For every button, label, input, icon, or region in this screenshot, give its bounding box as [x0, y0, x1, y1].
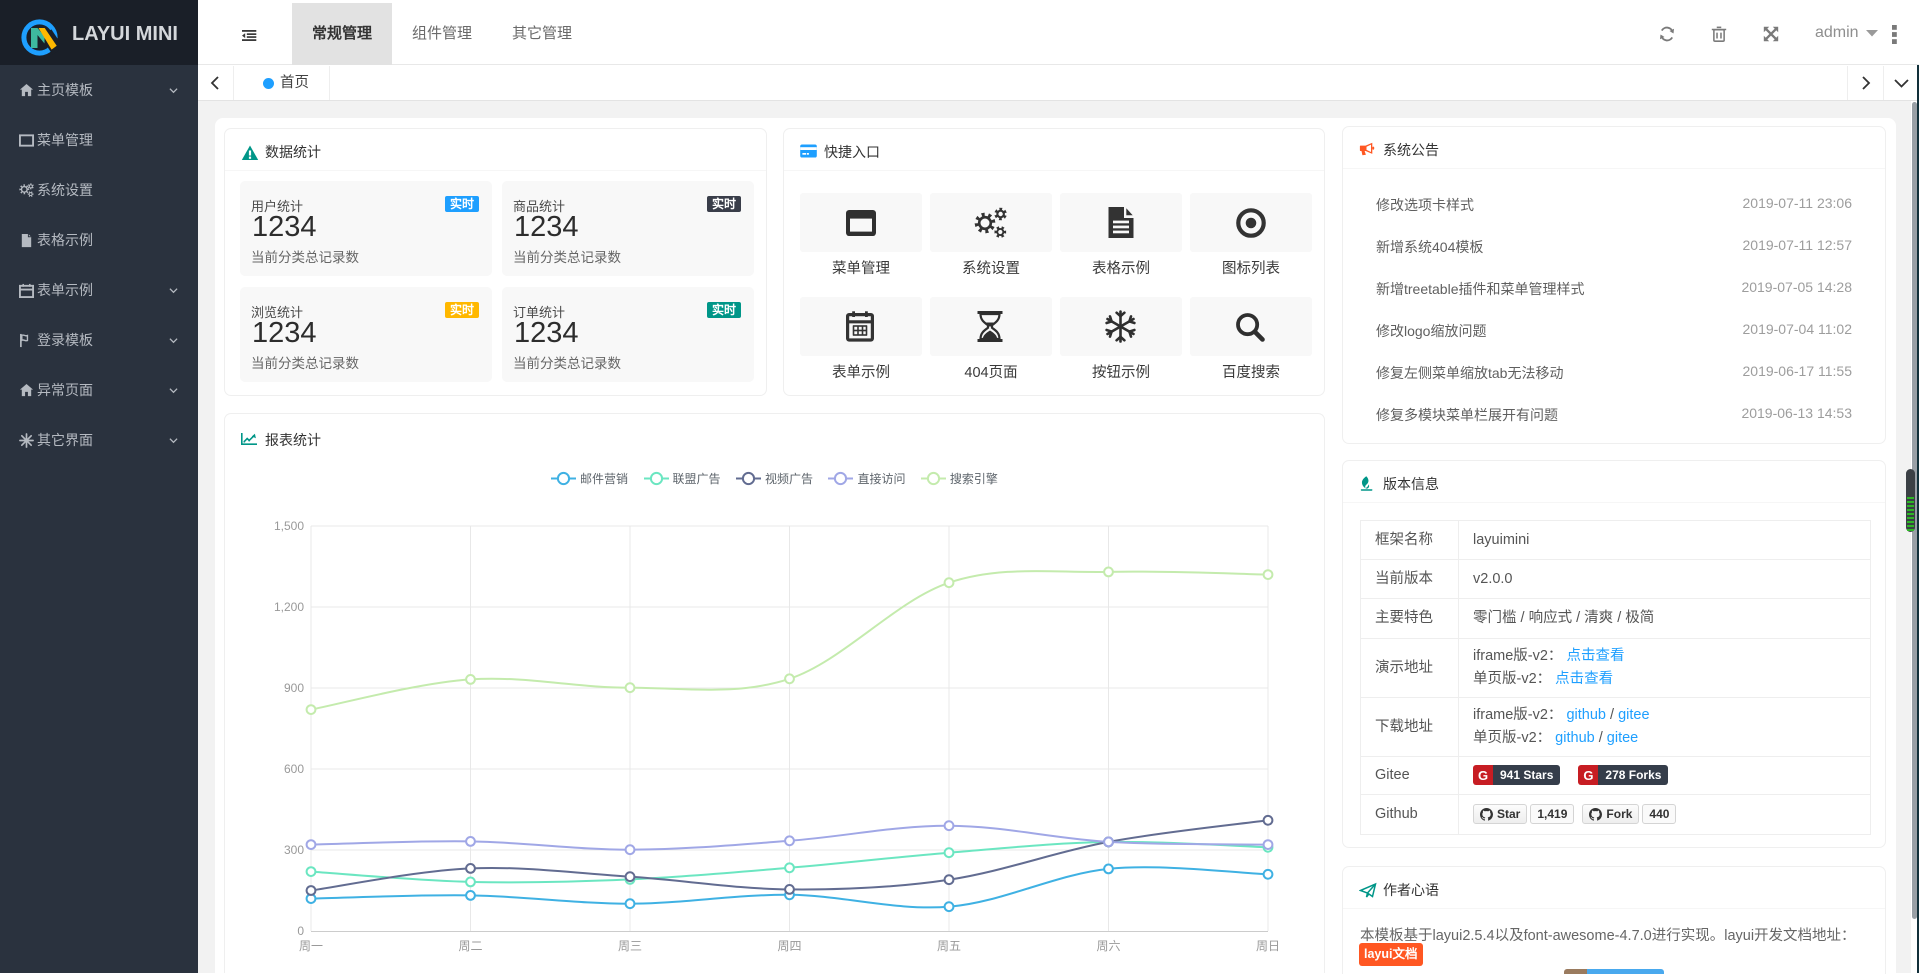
svg-text:周六: 周六	[1096, 939, 1120, 953]
svg-text:周五: 周五	[937, 939, 961, 953]
svg-text:300: 300	[284, 843, 304, 857]
svg-text:600: 600	[284, 762, 304, 776]
svg-text:周三: 周三	[618, 939, 642, 953]
svg-text:周一: 周一	[299, 939, 323, 953]
svg-text:900: 900	[284, 681, 304, 695]
svg-text:0: 0	[297, 924, 304, 938]
svg-text:周日: 周日	[1256, 939, 1280, 953]
svg-text:周二: 周二	[458, 939, 482, 953]
svg-text:1,200: 1,200	[274, 600, 304, 614]
svg-text:1,500: 1,500	[274, 519, 304, 533]
svg-text:周四: 周四	[777, 939, 801, 953]
